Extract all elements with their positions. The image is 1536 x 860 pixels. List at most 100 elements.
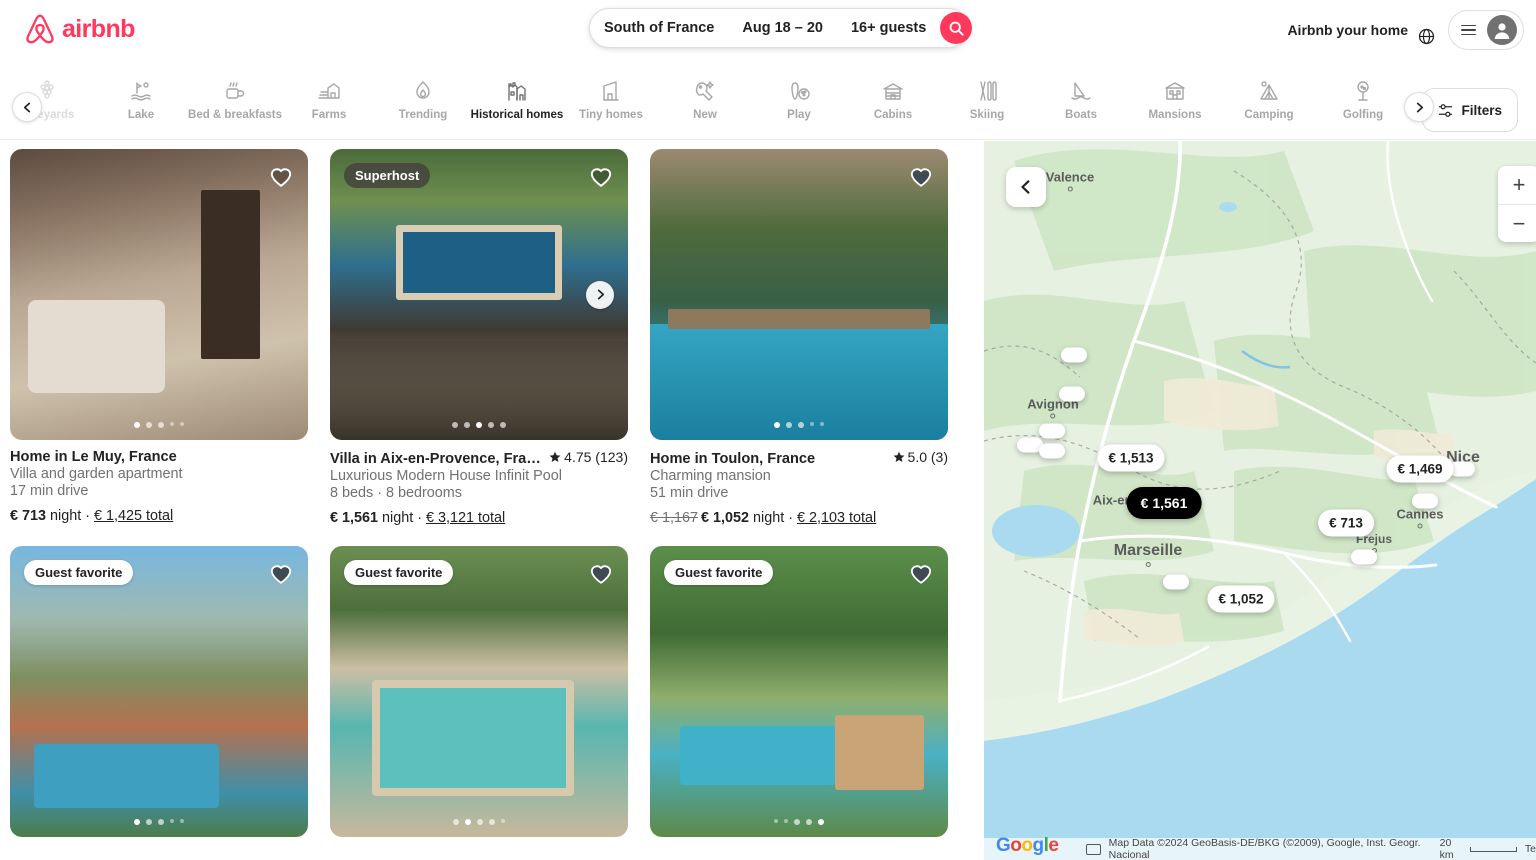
category-prev-button[interactable] xyxy=(12,92,42,122)
map-collapse-button[interactable] xyxy=(1006,167,1046,207)
category-item-tiny-homes[interactable]: Tiny homes xyxy=(564,78,658,136)
carousel-dot[interactable] xyxy=(488,421,495,428)
category-next-button[interactable] xyxy=(1404,92,1434,122)
filters-button[interactable]: Filters xyxy=(1422,88,1518,132)
carousel-dot[interactable] xyxy=(464,818,472,825)
category-item-trending[interactable]: Trending xyxy=(376,78,470,136)
listing-photo[interactable]: Superhost xyxy=(330,149,628,440)
map-cluster-marker[interactable] xyxy=(1163,574,1189,590)
category-item-camping[interactable]: Camping xyxy=(1222,78,1316,136)
map-price-marker[interactable]: € 1,513 xyxy=(1097,444,1165,472)
listing-photo[interactable]: Guest favorite xyxy=(10,546,308,837)
listing-card[interactable]: Guest favorite xyxy=(10,546,308,837)
listing-card[interactable]: Superhost Villa in Aix-en-Provence, Fran…… xyxy=(330,149,628,526)
listing-price-total[interactable]: € 3,121 total xyxy=(426,510,505,526)
carousel-dot[interactable] xyxy=(798,421,805,428)
carousel-dot[interactable] xyxy=(773,818,778,823)
listing-photo[interactable] xyxy=(650,149,948,440)
carousel-dot[interactable] xyxy=(773,421,781,428)
user-menu-button[interactable] xyxy=(1448,10,1524,50)
map-cluster-marker[interactable] xyxy=(1061,347,1087,363)
carousel-dot[interactable] xyxy=(133,818,141,825)
save-heart-icon xyxy=(910,168,932,187)
search-bar[interactable]: South of France Aug 18 – 20 16+ guests xyxy=(589,8,973,48)
carousel-dot[interactable] xyxy=(452,818,459,825)
category-item-skiing[interactable]: Skiing xyxy=(940,78,1034,136)
map-zoom-controls[interactable]: + − xyxy=(1498,166,1536,242)
map-cluster-marker[interactable] xyxy=(1412,493,1438,509)
carousel-dot[interactable] xyxy=(451,421,458,428)
carousel-dot[interactable] xyxy=(793,818,800,825)
save-listing-button[interactable] xyxy=(268,560,294,586)
listing-photo[interactable]: Guest favorite xyxy=(330,546,628,837)
category-item-mansions[interactable]: Mansions xyxy=(1128,78,1222,136)
carousel-dot[interactable] xyxy=(810,421,815,426)
category-item-bed-breakfasts[interactable]: Bed & breakfasts xyxy=(188,78,282,136)
save-listing-button[interactable] xyxy=(588,560,614,586)
carousel-dot[interactable] xyxy=(180,421,185,426)
listing-photo[interactable]: Guest favorite xyxy=(650,546,948,837)
airbnb-logo[interactable]: airbnb xyxy=(24,12,135,46)
save-listing-button[interactable] xyxy=(908,560,934,586)
save-listing-button[interactable] xyxy=(268,163,294,189)
listing-price-total[interactable]: € 1,425 total xyxy=(94,508,173,524)
save-listing-button[interactable] xyxy=(588,163,614,189)
category-item-boats[interactable]: Boats xyxy=(1034,78,1128,136)
carousel-dot[interactable] xyxy=(500,421,507,428)
next-photo-button[interactable] xyxy=(586,280,614,309)
map-price-marker[interactable]: € 713 xyxy=(1318,509,1374,537)
search-dates[interactable]: Aug 18 – 20 xyxy=(728,9,837,47)
map-cluster-marker[interactable] xyxy=(1039,423,1065,439)
listing-photo[interactable] xyxy=(10,149,308,440)
category-item-lake[interactable]: Lake xyxy=(94,78,188,136)
save-listing-button[interactable] xyxy=(908,163,934,189)
category-item-new[interactable]: New xyxy=(658,78,752,136)
search-submit-button[interactable] xyxy=(940,12,973,44)
carousel-dot[interactable] xyxy=(170,421,175,426)
map-price-marker[interactable]: € 1,561 xyxy=(1126,487,1202,519)
map-price-marker[interactable]: € 1,052 xyxy=(1207,585,1275,613)
carousel-dot[interactable] xyxy=(501,818,506,823)
language-globe-button[interactable] xyxy=(1410,20,1442,52)
listing-card[interactable]: Guest favorite xyxy=(330,546,628,837)
carousel-dot[interactable] xyxy=(820,421,825,426)
map-zoom-in-button[interactable]: + xyxy=(1498,166,1536,204)
carousel-dot[interactable] xyxy=(146,818,153,825)
carousel-dot[interactable] xyxy=(133,421,141,428)
map-price-marker[interactable]: € 1,469 xyxy=(1386,455,1454,483)
listing-photo-image xyxy=(10,149,308,440)
carousel-dot[interactable] xyxy=(170,818,175,823)
map-cluster-marker[interactable] xyxy=(1351,549,1377,565)
listing-card[interactable]: Home in Toulon, France 5.0 (3) Charming ma… xyxy=(650,149,948,526)
carousel-dot[interactable] xyxy=(786,421,793,428)
map-cluster-marker[interactable] xyxy=(1039,443,1065,459)
category-item-golfing[interactable]: Golfing xyxy=(1316,78,1410,136)
map-cluster-marker[interactable] xyxy=(1059,386,1085,402)
carousel-dot[interactable] xyxy=(817,818,825,825)
carousel-dot[interactable] xyxy=(475,421,483,428)
carousel-dot[interactable] xyxy=(146,421,153,428)
airbnb-your-home-link[interactable]: Airbnb your home xyxy=(1287,22,1408,38)
category-item-play[interactable]: Play xyxy=(752,78,846,136)
category-item-cabins[interactable]: Cabins xyxy=(846,78,940,136)
search-guests[interactable]: 16+ guests xyxy=(837,9,940,47)
carousel-dot[interactable] xyxy=(783,818,788,823)
listing-card[interactable]: Home in Le Muy, France Villa and garden a… xyxy=(10,149,308,526)
category-item-historical-homes[interactable]: Historical homes xyxy=(470,78,564,136)
carousel-dot[interactable] xyxy=(158,421,165,428)
listing-price-total[interactable]: € 2,103 total xyxy=(797,510,876,526)
carousel-dot[interactable] xyxy=(463,421,470,428)
category-item-farms[interactable]: Farms xyxy=(282,78,376,136)
map-zoom-out-button[interactable]: − xyxy=(1498,204,1536,242)
map-terms-link[interactable]: Te xyxy=(1525,843,1536,855)
carousel-dot[interactable] xyxy=(477,818,484,825)
map-scale: 20 km xyxy=(1440,837,1517,860)
carousel-dot[interactable] xyxy=(180,818,185,823)
carousel-dot[interactable] xyxy=(805,818,812,825)
carousel-dot[interactable] xyxy=(489,818,496,825)
map-panel[interactable]: + − ValenceAvignonAix-en-ProvenceMarseil… xyxy=(984,141,1536,860)
carousel-dot[interactable] xyxy=(158,818,165,825)
chevron-right-icon xyxy=(1416,102,1423,112)
listing-card[interactable]: Guest favorite xyxy=(650,546,948,837)
search-location[interactable]: South of France xyxy=(590,9,728,47)
